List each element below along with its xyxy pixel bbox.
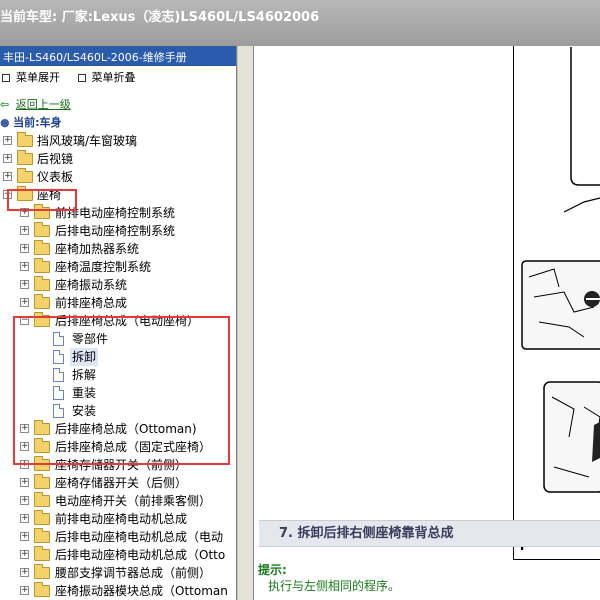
expand-icon xyxy=(2,74,10,82)
tree-item-seat-heater[interactable]: + 座椅加热器系统 xyxy=(0,240,236,258)
expand-toggle-icon[interactable]: + xyxy=(20,226,29,235)
folder-icon xyxy=(34,258,50,273)
folder-icon xyxy=(34,276,50,291)
expand-toggle-icon[interactable]: + xyxy=(20,532,29,541)
expand-toggle-icon[interactable]: + xyxy=(20,298,29,307)
collapse-icon xyxy=(77,74,86,82)
tree-item-front-seat-assembly[interactable]: + 前排座椅总成 xyxy=(0,294,236,312)
expand-toggle-icon[interactable]: + xyxy=(20,568,29,577)
folder-icon xyxy=(34,546,50,561)
expand-toggle-icon[interactable]: + xyxy=(20,586,29,595)
tree-item-rear-power-seat-control[interactable]: + 后排电动座椅控制系统 xyxy=(0,222,236,240)
tree-item-seat-temp[interactable]: + 座椅温度控制系统 xyxy=(0,258,236,276)
expand-toggle-icon[interactable]: + xyxy=(20,496,29,505)
expand-toggle-icon[interactable]: + xyxy=(3,172,12,181)
back-arrow-icon: ⇦ xyxy=(0,98,10,111)
folder-icon xyxy=(34,474,50,489)
tree-item-windshield[interactable]: + 挡风玻璃/车窗玻璃 xyxy=(0,132,236,150)
tip-text: 执行与左侧相同的程序。 xyxy=(268,579,401,593)
tip-label: 提示: xyxy=(258,563,287,577)
expand-toggle-icon[interactable]: + xyxy=(20,244,29,253)
expand-toggle-icon[interactable]: + xyxy=(3,136,12,145)
title-bar: 当前车型: 厂家:Lexus（凌志)LS460L/LS4602006 xyxy=(0,0,600,46)
expand-toggle-icon[interactable]: + xyxy=(20,550,29,559)
navigation-pane[interactable]: 丰田-LS460/LS460L-2006-维修手册 菜单展开 菜单折叠 ⇦ 返回… xyxy=(0,46,237,600)
tree-item-dashboard[interactable]: + 仪表板 xyxy=(0,168,236,186)
expand-toggle-icon[interactable]: + xyxy=(20,478,29,487)
tree-item-power-seat-switch[interactable]: + 电动座椅开关（前排乘客侧） xyxy=(0,492,236,510)
folder-icon xyxy=(34,222,50,237)
tree-item-mirror[interactable]: + 后视镜 xyxy=(0,150,236,168)
tree-item-front-seat-motor[interactable]: + 前排电动座椅电动机总成 xyxy=(0,510,236,528)
expand-toggle-icon[interactable]: + xyxy=(20,514,29,523)
folder-icon xyxy=(34,240,50,255)
back-row[interactable]: ⇦ 返回上一级 xyxy=(0,96,236,114)
person-icon: ● xyxy=(0,116,10,129)
expand-all-button[interactable]: 菜单展开 xyxy=(2,69,60,85)
pane-scrollbar[interactable] xyxy=(237,46,254,600)
expand-toggle-icon[interactable]: + xyxy=(3,154,12,163)
tree-item-memory-switch-rear[interactable]: + 座椅存储器开关（后侧） xyxy=(0,474,236,492)
folder-icon xyxy=(34,528,50,543)
back-link[interactable]: 返回上一级 xyxy=(16,98,71,111)
collapse-all-button[interactable]: 菜单折叠 xyxy=(77,69,136,85)
folder-icon xyxy=(17,150,33,165)
tree-item-seat-vibration[interactable]: + 座椅振动系统 xyxy=(0,276,236,294)
folder-icon xyxy=(17,132,33,147)
procedure-illustration: T xyxy=(513,46,600,560)
seat-highlight-box xyxy=(7,189,77,211)
folder-icon xyxy=(34,492,50,507)
manual-title: 丰田-LS460/LS460L-2006-维修手册 xyxy=(0,46,236,66)
expand-toggle-icon[interactable]: + xyxy=(20,262,29,271)
tree-item-lumbar-support[interactable]: + 腰部支撑调节器总成（前侧） xyxy=(0,564,236,582)
folder-icon xyxy=(34,582,50,597)
step-heading: 7. 拆卸后排右侧座椅靠背总成 xyxy=(259,520,600,547)
seat-diagram-illustration xyxy=(521,47,600,493)
tree-item-vibrator-module[interactable]: + 座椅振动器模块总成（Ottoman xyxy=(0,582,236,600)
expand-toggle-icon[interactable]: + xyxy=(20,280,29,289)
tree-item-rear-seat-motor-ottoman[interactable]: + 后排电动座椅电动机总成（Otto xyxy=(0,546,236,564)
tree-item-rear-seat-motor-power[interactable]: + 后排电动座椅电动机总成（电动 xyxy=(0,528,236,546)
content-pane: T 7. 拆卸后排右侧座椅靠背总成 提示: 执行与左侧相同的程序。 xyxy=(254,46,600,600)
current-section: ● 当前:车身 xyxy=(0,116,62,129)
folder-icon xyxy=(34,510,50,525)
folder-icon xyxy=(34,564,50,579)
menu-controls: 菜单展开 菜单折叠 xyxy=(0,66,236,86)
rear-seat-highlight-box xyxy=(13,316,230,465)
folder-icon xyxy=(34,294,50,309)
current-model-text: 当前车型: 厂家:Lexus（凌志)LS460L/LS4602006 xyxy=(0,10,320,25)
folder-icon xyxy=(17,168,33,183)
